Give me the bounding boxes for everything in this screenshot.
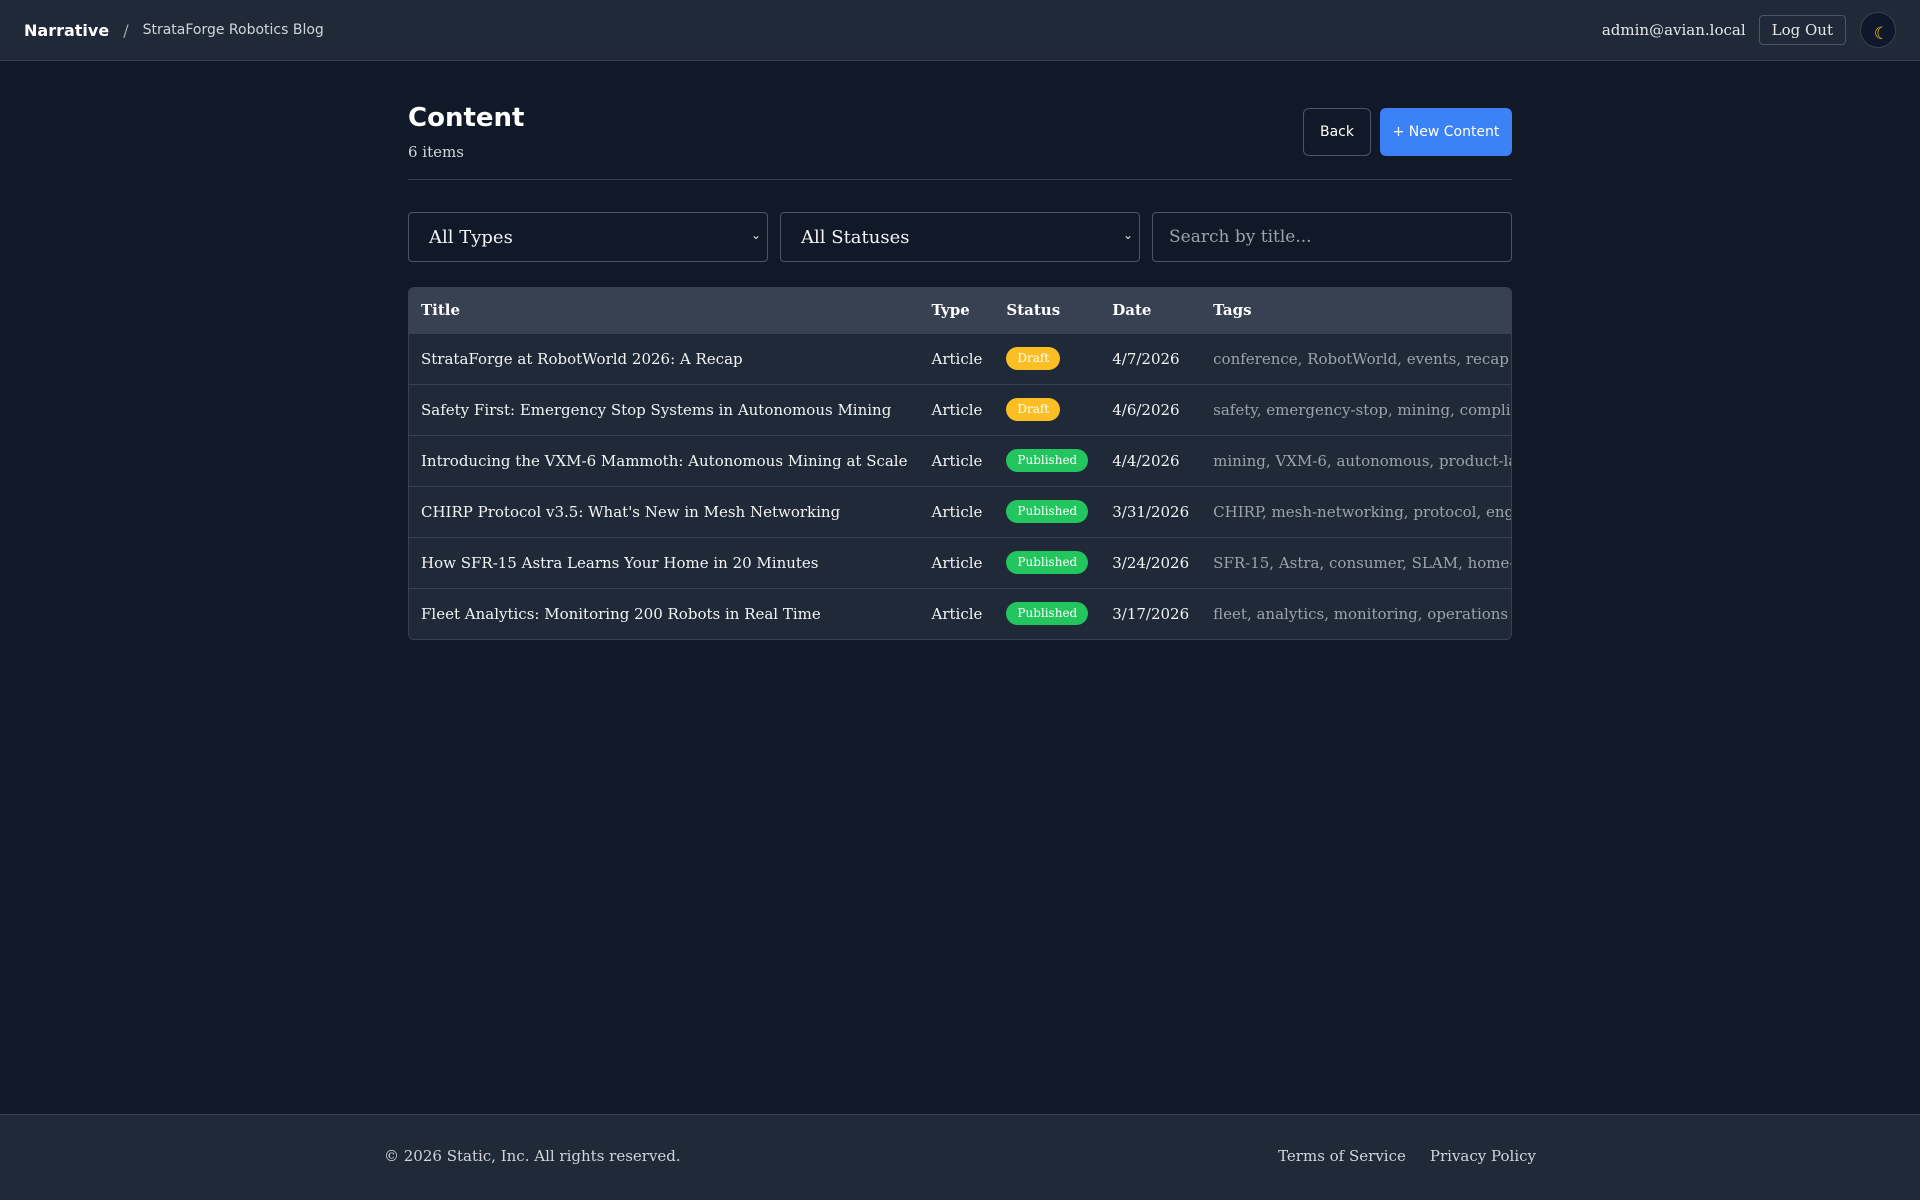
footer-links: Terms of Service Privacy Policy bbox=[1278, 1147, 1536, 1165]
item-count: 6 items bbox=[408, 143, 464, 161]
status-badge: Draft bbox=[1006, 347, 1061, 370]
status-badge: Published bbox=[1006, 500, 1089, 523]
filter-bar: All Types ⌄ All Statuses ⌄ bbox=[408, 212, 1512, 262]
type-filter-value: All Types bbox=[429, 227, 513, 248]
content-table: Title Type Status Date Tags StrataForge … bbox=[408, 287, 1512, 640]
theme-toggle-button[interactable]: ☾ bbox=[1860, 12, 1896, 48]
row-tags: SFR-15, Astra, consumer, SLAM, home-robo… bbox=[1213, 553, 1511, 572]
row-date: 3/17/2026 bbox=[1112, 604, 1190, 623]
row-status-cell: Draft bbox=[994, 333, 1100, 384]
row-status-cell: Published bbox=[994, 537, 1100, 588]
privacy-link[interactable]: Privacy Policy bbox=[1430, 1147, 1536, 1165]
user-area: admin@avian.local Log Out ☾ bbox=[1602, 12, 1896, 48]
chevron-down-icon: ⌄ bbox=[1122, 228, 1133, 242]
row-type: Article bbox=[931, 502, 983, 521]
header-actions: Back + New Content bbox=[1303, 108, 1512, 156]
column-header-type[interactable]: Type bbox=[919, 288, 994, 333]
row-date: 3/24/2026 bbox=[1112, 553, 1190, 572]
breadcrumb-site[interactable]: StrataForge Robotics Blog bbox=[143, 22, 324, 38]
column-header-title[interactable]: Title bbox=[409, 288, 919, 333]
row-title[interactable]: Safety First: Emergency Stop Systems in … bbox=[409, 384, 919, 435]
row-status-cell: Published bbox=[994, 588, 1100, 639]
brand-logo[interactable]: Narrative bbox=[24, 21, 109, 40]
row-type: Article bbox=[931, 604, 983, 623]
table-row[interactable]: Safety First: Emergency Stop Systems in … bbox=[409, 384, 1511, 435]
logout-button[interactable]: Log Out bbox=[1758, 15, 1846, 45]
row-status-cell: Published bbox=[994, 435, 1100, 486]
row-title[interactable]: How SFR-15 Astra Learns Your Home in 20 … bbox=[409, 537, 919, 588]
table-row[interactable]: How SFR-15 Astra Learns Your Home in 20 … bbox=[409, 537, 1511, 588]
row-date: 4/6/2026 bbox=[1112, 400, 1180, 419]
table-header-row: Title Type Status Date Tags bbox=[409, 288, 1511, 333]
row-title[interactable]: Fleet Analytics: Monitoring 200 Robots i… bbox=[409, 588, 919, 639]
row-title[interactable]: StrataForge at RobotWorld 2026: A Recap bbox=[409, 333, 919, 384]
row-type: Article bbox=[931, 451, 983, 470]
back-button[interactable]: Back bbox=[1303, 108, 1371, 156]
new-content-button[interactable]: + New Content bbox=[1380, 108, 1512, 156]
row-tags: conference, RobotWorld, events, recap bbox=[1213, 349, 1509, 368]
chevron-down-icon: ⌄ bbox=[750, 228, 761, 242]
user-email: admin@avian.local bbox=[1601, 21, 1746, 39]
status-badge: Draft bbox=[1006, 398, 1061, 421]
row-type: Article bbox=[931, 553, 983, 572]
row-date: 3/31/2026 bbox=[1112, 502, 1190, 521]
table-row[interactable]: Introducing the VXM-6 Mammoth: Autonomou… bbox=[409, 435, 1511, 486]
top-nav: Narrative / StrataForge Robotics Blog ad… bbox=[0, 0, 1920, 61]
table-row[interactable]: StrataForge at RobotWorld 2026: A Recap … bbox=[409, 333, 1511, 384]
main-content: Content 6 items Back + New Content All T… bbox=[408, 100, 1512, 640]
site-footer: © 2026 Static, Inc. All rights reserved.… bbox=[0, 1114, 1920, 1200]
row-tags: CHIRP, mesh-networking, protocol, engine… bbox=[1213, 502, 1511, 521]
row-date: 4/7/2026 bbox=[1112, 349, 1180, 368]
status-filter-value: All Statuses bbox=[801, 227, 910, 248]
status-badge: Published bbox=[1006, 551, 1089, 574]
column-header-date[interactable]: Date bbox=[1100, 288, 1201, 333]
row-status-cell: Draft bbox=[994, 384, 1100, 435]
row-tags: fleet, analytics, monitoring, operations bbox=[1213, 604, 1509, 623]
row-type: Article bbox=[931, 400, 983, 419]
terms-link[interactable]: Terms of Service bbox=[1278, 1147, 1406, 1165]
page-header: Content 6 items Back + New Content bbox=[408, 100, 1512, 180]
copyright-text: © 2026 Static, Inc. All rights reserved. bbox=[384, 1147, 681, 1165]
row-tags: mining, VXM-6, autonomous, product-launc… bbox=[1213, 451, 1511, 470]
row-type: Article bbox=[931, 349, 983, 368]
column-header-tags[interactable]: Tags bbox=[1201, 288, 1511, 333]
moon-icon: ☾ bbox=[1873, 24, 1889, 44]
row-date: 4/4/2026 bbox=[1112, 451, 1180, 470]
page-title: Content bbox=[408, 103, 525, 133]
type-filter-select[interactable]: All Types ⌄ bbox=[408, 212, 768, 262]
breadcrumb-separator: / bbox=[123, 20, 129, 40]
status-filter-select[interactable]: All Statuses ⌄ bbox=[780, 212, 1140, 262]
column-header-status[interactable]: Status bbox=[994, 288, 1100, 333]
row-title[interactable]: CHIRP Protocol v3.5: What's New in Mesh … bbox=[409, 486, 919, 537]
row-title[interactable]: Introducing the VXM-6 Mammoth: Autonomou… bbox=[409, 435, 919, 486]
search-input[interactable] bbox=[1152, 212, 1512, 262]
status-badge: Published bbox=[1006, 602, 1089, 626]
table-row[interactable]: CHIRP Protocol v3.5: What's New in Mesh … bbox=[409, 486, 1511, 537]
table-row[interactable]: Fleet Analytics: Monitoring 200 Robots i… bbox=[409, 588, 1511, 639]
row-tags: safety, emergency-stop, mining, complian… bbox=[1213, 400, 1511, 419]
status-badge: Published bbox=[1006, 449, 1089, 472]
row-status-cell: Published bbox=[994, 486, 1100, 537]
